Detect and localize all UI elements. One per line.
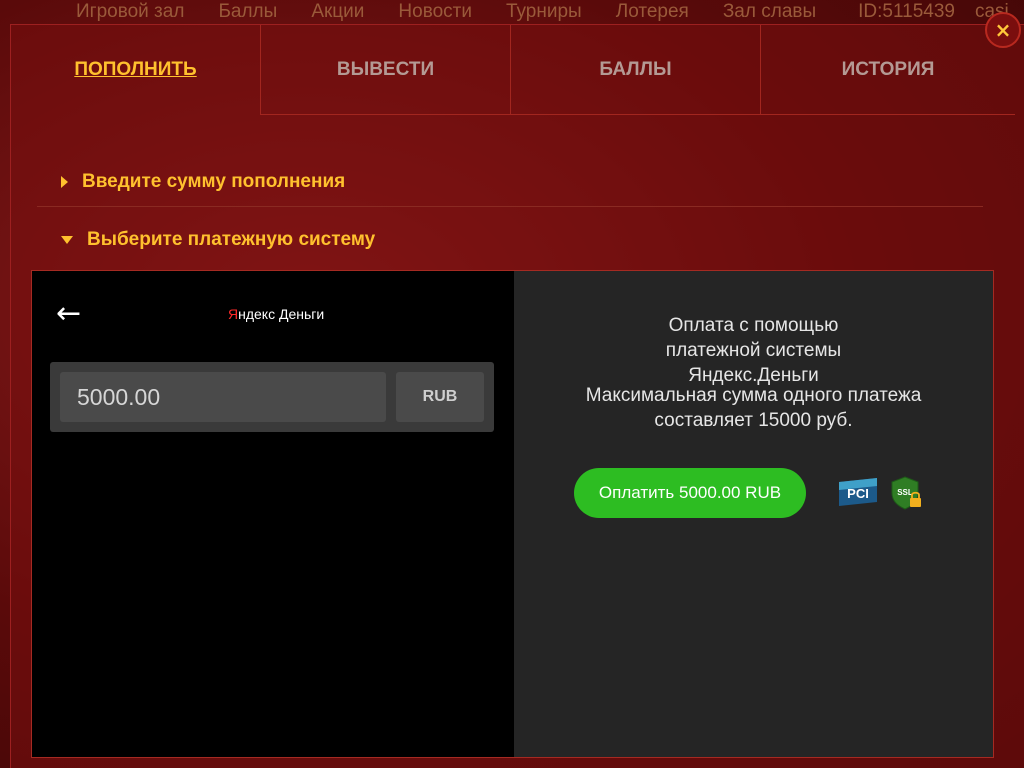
ssl-badge-icon: SSL: [891, 476, 921, 510]
nav-item: Баллы: [218, 1, 278, 22]
chevron-right-icon: [61, 175, 68, 188]
tab-withdraw[interactable]: ВЫВЕСТИ: [261, 25, 511, 115]
nav-item: Акции: [311, 1, 365, 22]
currency-selector[interactable]: RUB: [396, 372, 484, 422]
payment-system-info: Оплата с помощью платежной системы Яндек…: [665, 315, 842, 386]
nav-item: Лотерея: [615, 1, 689, 22]
nav-item: Турниры: [505, 1, 582, 22]
logo-rest: ндекс Деньги: [238, 306, 325, 322]
tab-bar: ПОПОЛНИТЬ ВЫВЕСТИ БАЛЛЫ ИСТОРИЯ: [11, 25, 1015, 115]
pci-badge-text: PCI: [847, 486, 869, 501]
accordion-payment-label: Выберите платежную систему: [87, 229, 376, 250]
logo-prefix: Я: [228, 306, 239, 322]
payment-form: ← Яндекс Деньги RUB: [32, 271, 514, 757]
background-nav: Игровой зал Баллы Акции Новости Турниры …: [0, 0, 1024, 24]
nav-item: Игровой зал: [76, 1, 185, 22]
ssl-badge-text: SSL: [897, 488, 913, 497]
deposit-modal: ПОПОЛНИТЬ ВЫВЕСТИ БАЛЛЫ ИСТОРИЯ Введите …: [10, 24, 1024, 768]
user-id: ID:5115439: [858, 1, 955, 22]
tab-points[interactable]: БАЛЛЫ: [511, 25, 761, 115]
payment-info: Оплата с помощью платежной системы Яндек…: [514, 271, 993, 757]
accordion-amount[interactable]: Введите сумму пополнения: [37, 157, 983, 207]
payment-panel: ← Яндекс Деньги RUB Оплата с помощью пла…: [31, 270, 994, 758]
nav-item: Новости: [398, 1, 472, 22]
chevron-down-icon: [61, 236, 73, 244]
back-arrow-icon[interactable]: ←: [56, 299, 86, 329]
nav-item: Зал славы: [722, 1, 817, 22]
tab-history[interactable]: ИСТОРИЯ: [761, 25, 1015, 115]
pci-badge-icon: PCI: [839, 478, 877, 506]
amount-field-group: RUB: [50, 362, 494, 432]
close-button[interactable]: ×: [985, 12, 1021, 48]
max-payment-info: Максимальная сумма одного платежа состав…: [585, 385, 922, 431]
accordion-amount-label: Введите сумму пополнения: [82, 170, 346, 192]
tab-deposit[interactable]: ПОПОЛНИТЬ: [11, 25, 261, 115]
amount-input[interactable]: [60, 372, 386, 422]
accordion-payment-system[interactable]: Выберите платежную систему: [37, 217, 983, 263]
yandex-money-logo: Яндекс Деньги: [228, 306, 324, 322]
pay-button[interactable]: Оплатить 5000.00 RUB: [574, 468, 806, 518]
